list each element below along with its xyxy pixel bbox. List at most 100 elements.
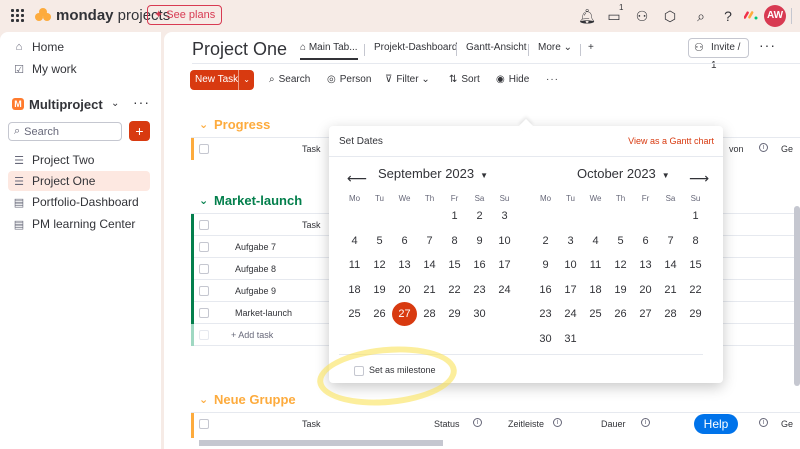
row-checkbox[interactable] — [199, 264, 209, 274]
person-filter-button[interactable]: ◎ Person — [327, 74, 371, 85]
tab-main-table[interactable]: ⌂ Main Tab... — [300, 42, 358, 60]
vertical-scrollbar[interactable] — [794, 206, 800, 386]
info-icon[interactable]: i — [553, 418, 562, 427]
monday-brand-icon[interactable] — [744, 10, 758, 20]
calendar-day[interactable]: 16 — [467, 253, 492, 277]
calendar-day[interactable]: 27 — [392, 302, 417, 326]
calendar-day[interactable]: 25 — [583, 302, 608, 326]
calendar-day[interactable]: 12 — [367, 253, 392, 277]
info-icon[interactable]: i — [473, 418, 482, 427]
calendar-day[interactable]: 8 — [683, 229, 708, 253]
calendar-day[interactable]: 23 — [533, 302, 558, 326]
row-checkbox[interactable] — [199, 286, 209, 296]
chevron-down-icon[interactable]: ⌄ — [199, 194, 208, 207]
calendar-day[interactable]: 31 — [558, 327, 583, 351]
calendar-day[interactable]: 16 — [533, 278, 558, 302]
hide-button[interactable]: ◉ Hide — [496, 74, 529, 85]
tab-projekt-dashboard[interactable]: Projekt-Dashboard — [374, 42, 457, 60]
more-options-icon[interactable]: ··· — [133, 94, 150, 110]
calendar-day[interactable]: 3 — [558, 229, 583, 253]
sidebar-item-project-two[interactable]: ☰ Project Two — [8, 150, 150, 170]
integrations-icon[interactable]: ⬡ — [662, 8, 678, 24]
calendar-day[interactable]: 25 — [342, 302, 367, 326]
calendar-day[interactable]: 10 — [492, 229, 517, 253]
calendar-day[interactable]: 5 — [608, 229, 633, 253]
group-title-market-launch[interactable]: Market-launch — [214, 193, 302, 208]
chevron-down-icon[interactable]: ⌄ — [111, 98, 119, 109]
calendar-day[interactable]: 11 — [583, 253, 608, 277]
calendar-day[interactable]: 14 — [658, 253, 683, 277]
right-month-selector[interactable]: October 2023 ▼ — [577, 166, 670, 181]
bell-icon[interactable]: 🔔︎ — [578, 8, 596, 24]
search-button[interactable]: ⌕ Search — [269, 74, 310, 85]
group-title-progress[interactable]: Progress — [214, 117, 270, 132]
sidebar-item-project-one[interactable]: ☰ Project One — [8, 171, 150, 191]
calendar-day[interactable]: 29 — [442, 302, 467, 326]
calendar-day[interactable]: 13 — [633, 253, 658, 277]
calendar-day[interactable]: 18 — [342, 278, 367, 302]
calendar-day[interactable]: 15 — [683, 253, 708, 277]
invite-members-icon[interactable]: ⚇ — [634, 8, 650, 24]
more-options-icon[interactable]: ··· — [546, 74, 559, 85]
task-name[interactable]: Aufgabe 9 — [235, 286, 276, 296]
calendar-day[interactable]: 21 — [658, 278, 683, 302]
filter-button[interactable]: ⊽ Filter ⌄ — [385, 74, 430, 85]
calendar-day[interactable]: 20 — [633, 278, 658, 302]
info-icon[interactable]: i — [641, 418, 650, 427]
calendar-day[interactable]: 26 — [367, 302, 392, 326]
add-view-button[interactable]: + — [588, 42, 594, 60]
calendar-day[interactable]: 8 — [442, 229, 467, 253]
help-icon[interactable]: ? — [720, 8, 736, 24]
calendar-day[interactable]: 14 — [417, 253, 442, 277]
task-name[interactable]: Aufgabe 7 — [235, 242, 276, 252]
select-all-checkbox[interactable] — [199, 220, 209, 230]
invite-button[interactable]: ⚇ Invite / 1 — [688, 38, 749, 71]
apps-grid-icon[interactable] — [11, 9, 24, 22]
calendar-day[interactable]: 2 — [533, 229, 558, 253]
tab-gantt-ansicht[interactable]: Gantt-Ansicht — [466, 42, 527, 60]
sidebar-item-pm-learning-center[interactable]: ▤ PM learning Center — [8, 214, 150, 234]
calendar-day[interactable]: 20 — [392, 278, 417, 302]
calendar-day[interactable]: 21 — [417, 278, 442, 302]
calendar-day[interactable]: 24 — [492, 278, 517, 302]
group-title-neue-gruppe[interactable]: Neue Gruppe — [214, 392, 296, 407]
calendar-day[interactable]: 9 — [533, 253, 558, 277]
calendar-day[interactable]: 28 — [417, 302, 442, 326]
calendar-day[interactable]: 23 — [467, 278, 492, 302]
calendar-day[interactable]: 13 — [392, 253, 417, 277]
chevron-down-icon[interactable]: ⌄ — [199, 393, 208, 406]
calendar-day[interactable]: 30 — [533, 327, 558, 351]
add-item-button[interactable]: + — [129, 121, 150, 141]
select-all-checkbox[interactable] — [199, 144, 209, 154]
calendar-day[interactable]: 12 — [608, 253, 633, 277]
calendar-day[interactable]: 18 — [583, 278, 608, 302]
row-checkbox[interactable] — [199, 308, 209, 318]
next-month-arrow-icon[interactable]: ⟶ — [689, 170, 709, 187]
calendar-day[interactable]: 6 — [633, 229, 658, 253]
calendar-day[interactable]: 6 — [392, 229, 417, 253]
calendar-day[interactable]: 7 — [417, 229, 442, 253]
calendar-day[interactable]: 7 — [658, 229, 683, 253]
calendar-day[interactable]: 5 — [367, 229, 392, 253]
row-checkbox[interactable] — [199, 242, 209, 252]
info-icon[interactable]: i — [759, 418, 768, 427]
calendar-day[interactable]: 29 — [683, 302, 708, 326]
calendar-day[interactable]: 10 — [558, 253, 583, 277]
info-icon[interactable]: i — [759, 143, 768, 152]
calendar-day[interactable]: 27 — [633, 302, 658, 326]
view-gantt-link[interactable]: View as a Gantt chart — [628, 136, 714, 146]
sidebar-search-input[interactable]: ⌕ Search — [8, 122, 122, 141]
calendar-day[interactable]: 24 — [558, 302, 583, 326]
horizontal-scrollbar[interactable] — [199, 440, 443, 446]
task-name[interactable]: Aufgabe 8 — [235, 264, 276, 274]
calendar-day[interactable]: 26 — [608, 302, 633, 326]
calendar-day[interactable]: 4 — [342, 229, 367, 253]
calendar-day[interactable]: 28 — [658, 302, 683, 326]
task-name[interactable]: Market-launch — [235, 308, 292, 318]
chevron-down-icon[interactable]: ⌄ — [199, 118, 208, 131]
more-options-icon[interactable]: ··· — [759, 37, 776, 53]
calendar-day[interactable]: 1 — [683, 204, 708, 228]
calendar-day[interactable]: 22 — [442, 278, 467, 302]
calendar-day[interactable]: 17 — [492, 253, 517, 277]
calendar-day[interactable]: 15 — [442, 253, 467, 277]
